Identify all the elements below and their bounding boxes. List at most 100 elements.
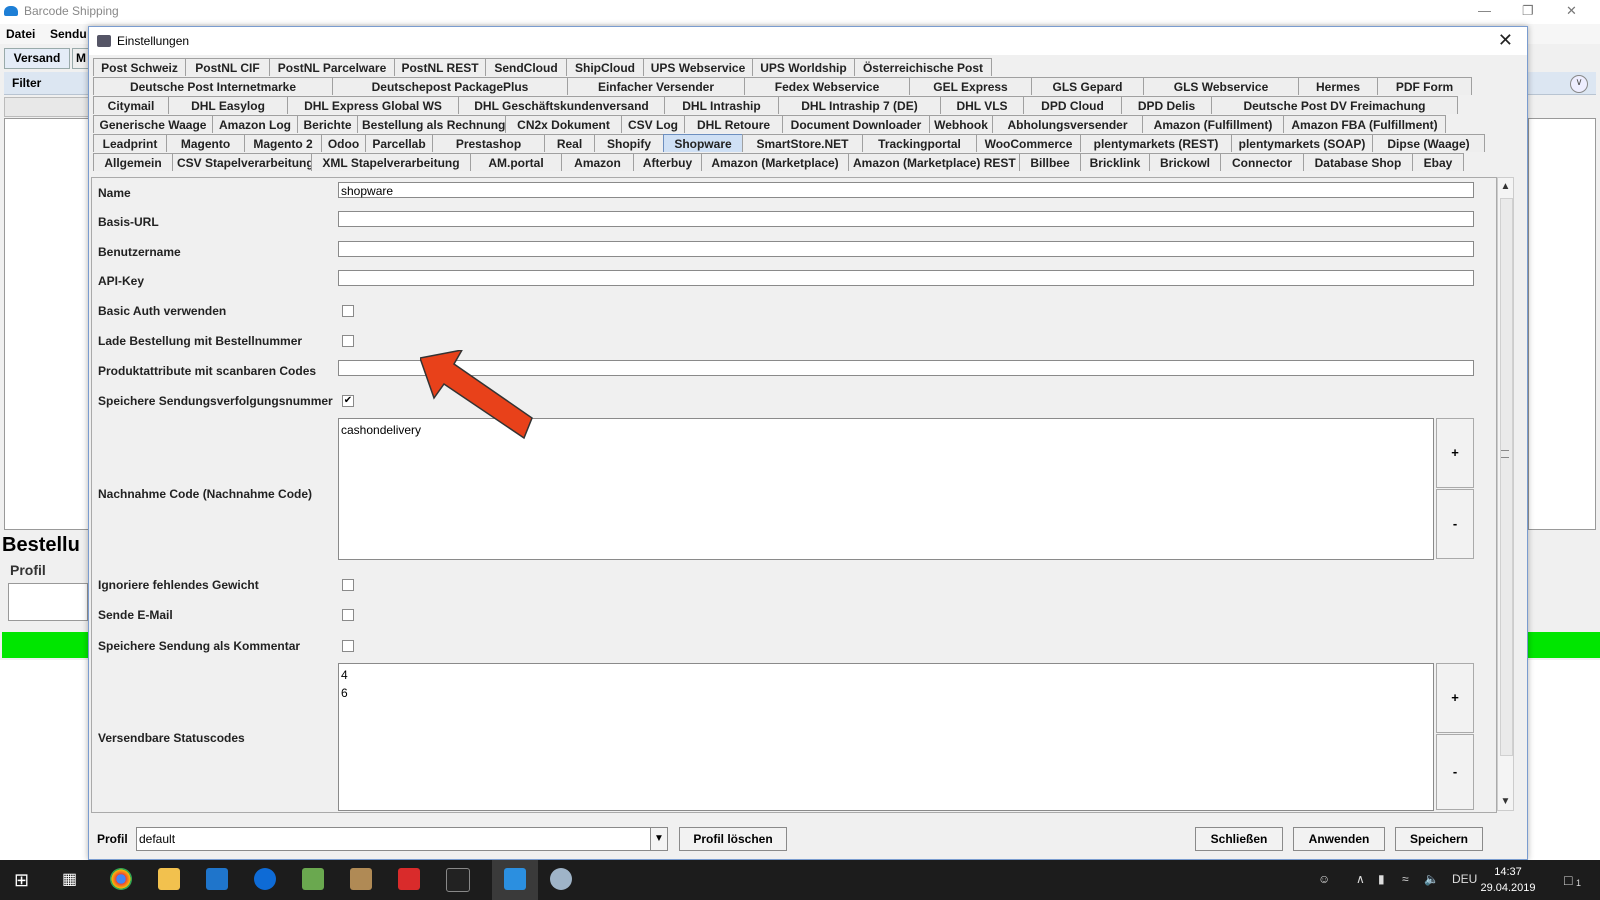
tab-billbee[interactable]: Billbee: [1019, 153, 1081, 171]
tab-österreichische-post[interactable]: Österreichische Post: [854, 58, 992, 76]
tab-postnl-cif[interactable]: PostNL CIF: [185, 58, 270, 76]
close-button[interactable]: Schließen: [1195, 827, 1283, 851]
tab-woocommerce[interactable]: WooCommerce: [976, 134, 1081, 152]
tab-amazon-marketplace[interactable]: Amazon (Marketplace): [701, 153, 849, 171]
tab-allgemein[interactable]: Allgemein: [93, 153, 173, 171]
tab-einfacher-versender[interactable]: Einfacher Versender: [567, 77, 745, 95]
tab-fedex-webservice[interactable]: Fedex Webservice: [744, 77, 910, 95]
tab-amazon-fulfillment[interactable]: Amazon (Fulfillment): [1142, 115, 1284, 133]
volume-icon[interactable]: 🔈: [1424, 872, 1439, 886]
loadorder-checkbox[interactable]: [342, 335, 354, 347]
list-item[interactable]: 4: [341, 668, 1431, 686]
tab-bricklink[interactable]: Bricklink: [1080, 153, 1150, 171]
panel-scrollbar[interactable]: ▲ ▼: [1497, 177, 1514, 811]
tab-magento[interactable]: Magento: [166, 134, 245, 152]
close-icon[interactable]: ✕: [1498, 30, 1513, 51]
tab-pdf-form[interactable]: PDF Form: [1377, 77, 1472, 95]
tab-dhl-intraship-7-de[interactable]: DHL Intraship 7 (DE): [778, 96, 941, 114]
ignoreweight-checkbox[interactable]: [342, 579, 354, 591]
tab-dpd-delis[interactable]: DPD Delis: [1121, 96, 1212, 114]
people-icon[interactable]: ☺: [1318, 872, 1330, 886]
tab-gel-express[interactable]: GEL Express: [909, 77, 1032, 95]
tab-amazon-log[interactable]: Amazon Log: [212, 115, 298, 133]
tab-xml-stapelverarbeitung[interactable]: XML Stapelverarbeitung: [311, 153, 471, 171]
save-button[interactable]: Speichern: [1395, 827, 1483, 851]
tab-amazon[interactable]: Amazon: [561, 153, 634, 171]
tab-shipcloud[interactable]: ShipCloud: [566, 58, 644, 76]
tab-berichte[interactable]: Berichte: [297, 115, 358, 133]
tab-dhl-retoure[interactable]: DHL Retoure: [684, 115, 783, 133]
tab-dhl-intraship[interactable]: DHL Intraship: [664, 96, 779, 114]
savetracking-checkbox[interactable]: ✔: [342, 395, 354, 407]
cod-add-button[interactable]: +: [1436, 418, 1474, 488]
tab-cn2x-dokument[interactable]: CN2x Dokument: [505, 115, 622, 133]
terminal-icon[interactable]: [446, 868, 470, 892]
tab-deutsche-post-internetmarke[interactable]: Deutsche Post Internetmarke: [93, 77, 333, 95]
username-input[interactable]: [338, 241, 1474, 257]
scroll-up-icon[interactable]: ▲: [1498, 179, 1513, 194]
scroll-thumb[interactable]: [1500, 198, 1513, 756]
windows-start-icon[interactable]: ⊞: [14, 870, 29, 891]
name-input[interactable]: shopware: [338, 182, 1474, 198]
tab-csv-log[interactable]: CSV Log: [621, 115, 685, 133]
chrome-icon[interactable]: [110, 868, 132, 890]
tab-abholungsversender[interactable]: Abholungsversender: [992, 115, 1143, 133]
tab-parcellab[interactable]: Parcellab: [365, 134, 433, 152]
notepad-icon[interactable]: [302, 868, 324, 890]
notification-icon[interactable]: □: [1564, 872, 1572, 888]
tab-real[interactable]: Real: [544, 134, 595, 152]
menu-datei[interactable]: Datei: [6, 27, 35, 41]
tab-connector[interactable]: Connector: [1220, 153, 1304, 171]
apikey-input[interactable]: [338, 270, 1474, 286]
barcode-shipping-icon[interactable]: [504, 868, 526, 890]
tab-prestashop[interactable]: Prestashop: [432, 134, 545, 152]
apply-button[interactable]: Anwenden: [1293, 827, 1385, 851]
wifi-icon[interactable]: ≈: [1402, 872, 1409, 886]
order-grid[interactable]: [4, 118, 90, 530]
minimize-icon[interactable]: —: [1478, 3, 1491, 18]
tab-hermes[interactable]: Hermes: [1298, 77, 1378, 95]
tab-odoo[interactable]: Odoo: [321, 134, 366, 152]
tab-dhl-express-global-ws[interactable]: DHL Express Global WS: [287, 96, 459, 114]
tab-sendcloud[interactable]: SendCloud: [485, 58, 567, 76]
tab-dipse-waage[interactable]: Dipse (Waage): [1372, 134, 1485, 152]
tab-dhl-easylog[interactable]: DHL Easylog: [168, 96, 288, 114]
tab-database-shop[interactable]: Database Shop: [1303, 153, 1413, 171]
savecomment-checkbox[interactable]: [342, 640, 354, 652]
tab-gls-gepard[interactable]: GLS Gepard: [1031, 77, 1144, 95]
profile-select[interactable]: default: [136, 827, 668, 851]
tab-document-downloader[interactable]: Document Downloader: [782, 115, 930, 133]
tab-dhl-geschäftskundenversand[interactable]: DHL Geschäftskundenversand: [458, 96, 665, 114]
filter-label[interactable]: Filter: [12, 76, 41, 90]
tab-gls-webservice[interactable]: GLS Webservice: [1143, 77, 1299, 95]
tab-ups-webservice[interactable]: UPS Webservice: [643, 58, 753, 76]
package-icon[interactable]: [350, 868, 372, 890]
status-remove-button[interactable]: -: [1436, 734, 1474, 810]
restore-icon[interactable]: ❐: [1522, 3, 1534, 19]
tab-shopify[interactable]: Shopify: [594, 134, 664, 152]
tab-generische-waage[interactable]: Generische Waage: [93, 115, 213, 133]
tab-plentymarkets-soap[interactable]: plentymarkets (SOAP): [1231, 134, 1373, 152]
tab-amazon-fba-fulfillment[interactable]: Amazon FBA (Fulfillment): [1283, 115, 1446, 133]
teamviewer-icon[interactable]: [254, 868, 276, 890]
menu-sendungen[interactable]: Sendu: [50, 27, 87, 41]
tab-ups-worldship[interactable]: UPS Worldship: [752, 58, 855, 76]
paint-icon[interactable]: [550, 868, 572, 890]
tab-csv-stapelverarbeitung[interactable]: CSV Stapelverarbeitung: [172, 153, 314, 171]
tab-citymail[interactable]: Citymail: [93, 96, 169, 114]
vscode-icon[interactable]: [206, 868, 228, 890]
tab-trackingportal[interactable]: Trackingportal: [862, 134, 977, 152]
chevron-down-icon[interactable]: ▼: [650, 827, 668, 851]
status-add-button[interactable]: +: [1436, 663, 1474, 733]
order-grid-right[interactable]: [1528, 118, 1596, 530]
scroll-down-icon[interactable]: ▼: [1498, 794, 1513, 809]
language-indicator[interactable]: DEU: [1452, 872, 1477, 886]
close-app-icon[interactable]: ✕: [1566, 3, 1577, 19]
task-view-icon[interactable]: ▦: [62, 869, 77, 889]
tab-plentymarkets-rest[interactable]: plentymarkets (REST): [1080, 134, 1232, 152]
delete-profile-button[interactable]: Profil löschen: [679, 827, 787, 851]
tab-versand[interactable]: Versand: [4, 48, 70, 69]
battery-icon[interactable]: ▮: [1378, 872, 1385, 886]
tab-deutsche-post-dv-freimachung[interactable]: Deutsche Post DV Freimachung: [1211, 96, 1458, 114]
basicauth-checkbox[interactable]: [342, 305, 354, 317]
